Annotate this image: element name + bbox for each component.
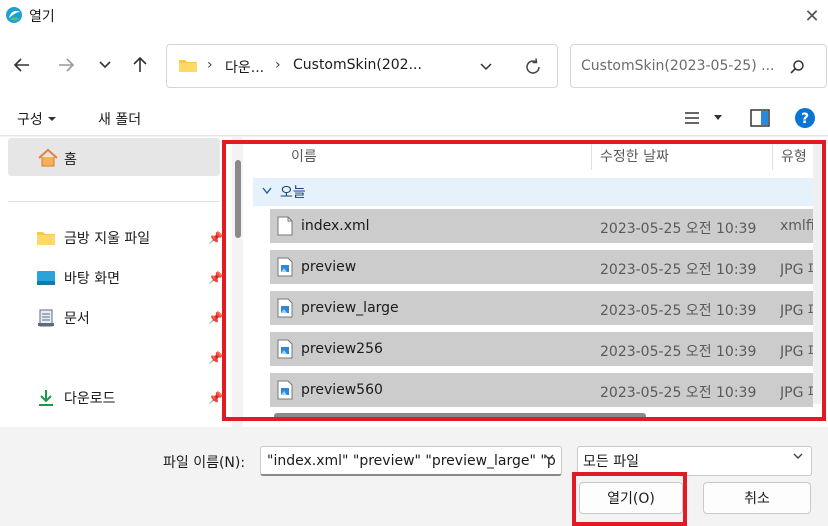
breadcrumb-separator-icon: › [207, 57, 213, 73]
sidebar-item-quick-delete-files[interactable]: 금방 지울 파일 [36, 223, 150, 253]
app-logo-icon [6, 7, 22, 23]
sidebar-item-label: 다운로드 [64, 391, 116, 407]
view-list-icon[interactable] [684, 111, 700, 125]
sidebar-item-label: 바탕 화면 [64, 271, 120, 287]
caret-down-icon[interactable] [713, 114, 723, 122]
chevron-down-icon [792, 450, 804, 465]
chevron-down-icon [99, 61, 111, 69]
new-folder-button[interactable]: 새 폴더 [98, 109, 141, 129]
filetype-value: 모든 파일 [583, 454, 639, 470]
arrow-left-icon [13, 58, 29, 72]
arrow-right-icon [59, 58, 75, 72]
folder-icon [179, 60, 197, 72]
caret-down-icon [47, 117, 56, 121]
up-button[interactable] [125, 49, 155, 81]
recent-locations-button[interactable] [90, 49, 120, 81]
back-button[interactable] [7, 49, 37, 81]
help-icon[interactable]: ? [794, 107, 816, 129]
sidebar-item-label: 금방 지울 파일 [64, 231, 151, 247]
svg-text:?: ? [801, 111, 809, 127]
home-icon [38, 148, 58, 167]
pin-icon[interactable]: 📌 [208, 271, 223, 285]
search-placeholder: CustomSkin(2023-05-25) ... [581, 58, 775, 74]
search-icon[interactable] [788, 58, 806, 76]
folder-icon [37, 232, 55, 245]
desktop-icon [37, 271, 55, 285]
pin-icon[interactable]: 📌 [208, 391, 223, 405]
preview-pane-icon[interactable] [750, 109, 770, 127]
title-bar [0, 0, 828, 32]
breadcrumb-item-customskin[interactable]: CustomSkin(202... [293, 57, 422, 73]
sidebar-item-label: 홈 [64, 152, 77, 168]
download-icon [39, 390, 53, 406]
highlight-box-file-list [222, 140, 826, 421]
sidebar-item-desktop[interactable]: 바탕 화면 [36, 263, 120, 293]
sidebar-divider [8, 201, 220, 202]
breadcrumb-item-downloads[interactable]: 다운... [225, 57, 264, 77]
organize-button[interactable]: 구성 [17, 109, 57, 129]
filename-input[interactable] [260, 446, 562, 476]
chevron-down-icon[interactable] [478, 59, 494, 75]
pin-icon[interactable]: 📌 [208, 311, 223, 325]
close-button[interactable]: ✕ [796, 0, 828, 32]
pin-icon[interactable]: 📌 [208, 351, 223, 365]
cancel-button[interactable]: 취소 [703, 482, 811, 514]
document-icon [38, 309, 54, 327]
sidebar-item-documents[interactable]: 문서 [36, 303, 90, 333]
organize-label: 구성 [17, 112, 43, 128]
sidebar-item-downloads[interactable]: 다운로드 [36, 383, 116, 413]
filename-label: 파일 이름(N): [163, 455, 246, 471]
forward-button[interactable] [51, 49, 81, 81]
window-title: 열기 [29, 9, 55, 25]
highlight-box-open-button [572, 472, 687, 526]
arrow-up-icon [133, 56, 147, 72]
chevron-down-icon[interactable] [543, 451, 555, 466]
breadcrumb-separator-icon: › [275, 57, 281, 73]
sidebar-item-label: 문서 [64, 311, 90, 327]
pin-icon[interactable]: 📌 [208, 231, 223, 245]
refresh-icon[interactable] [523, 57, 543, 77]
